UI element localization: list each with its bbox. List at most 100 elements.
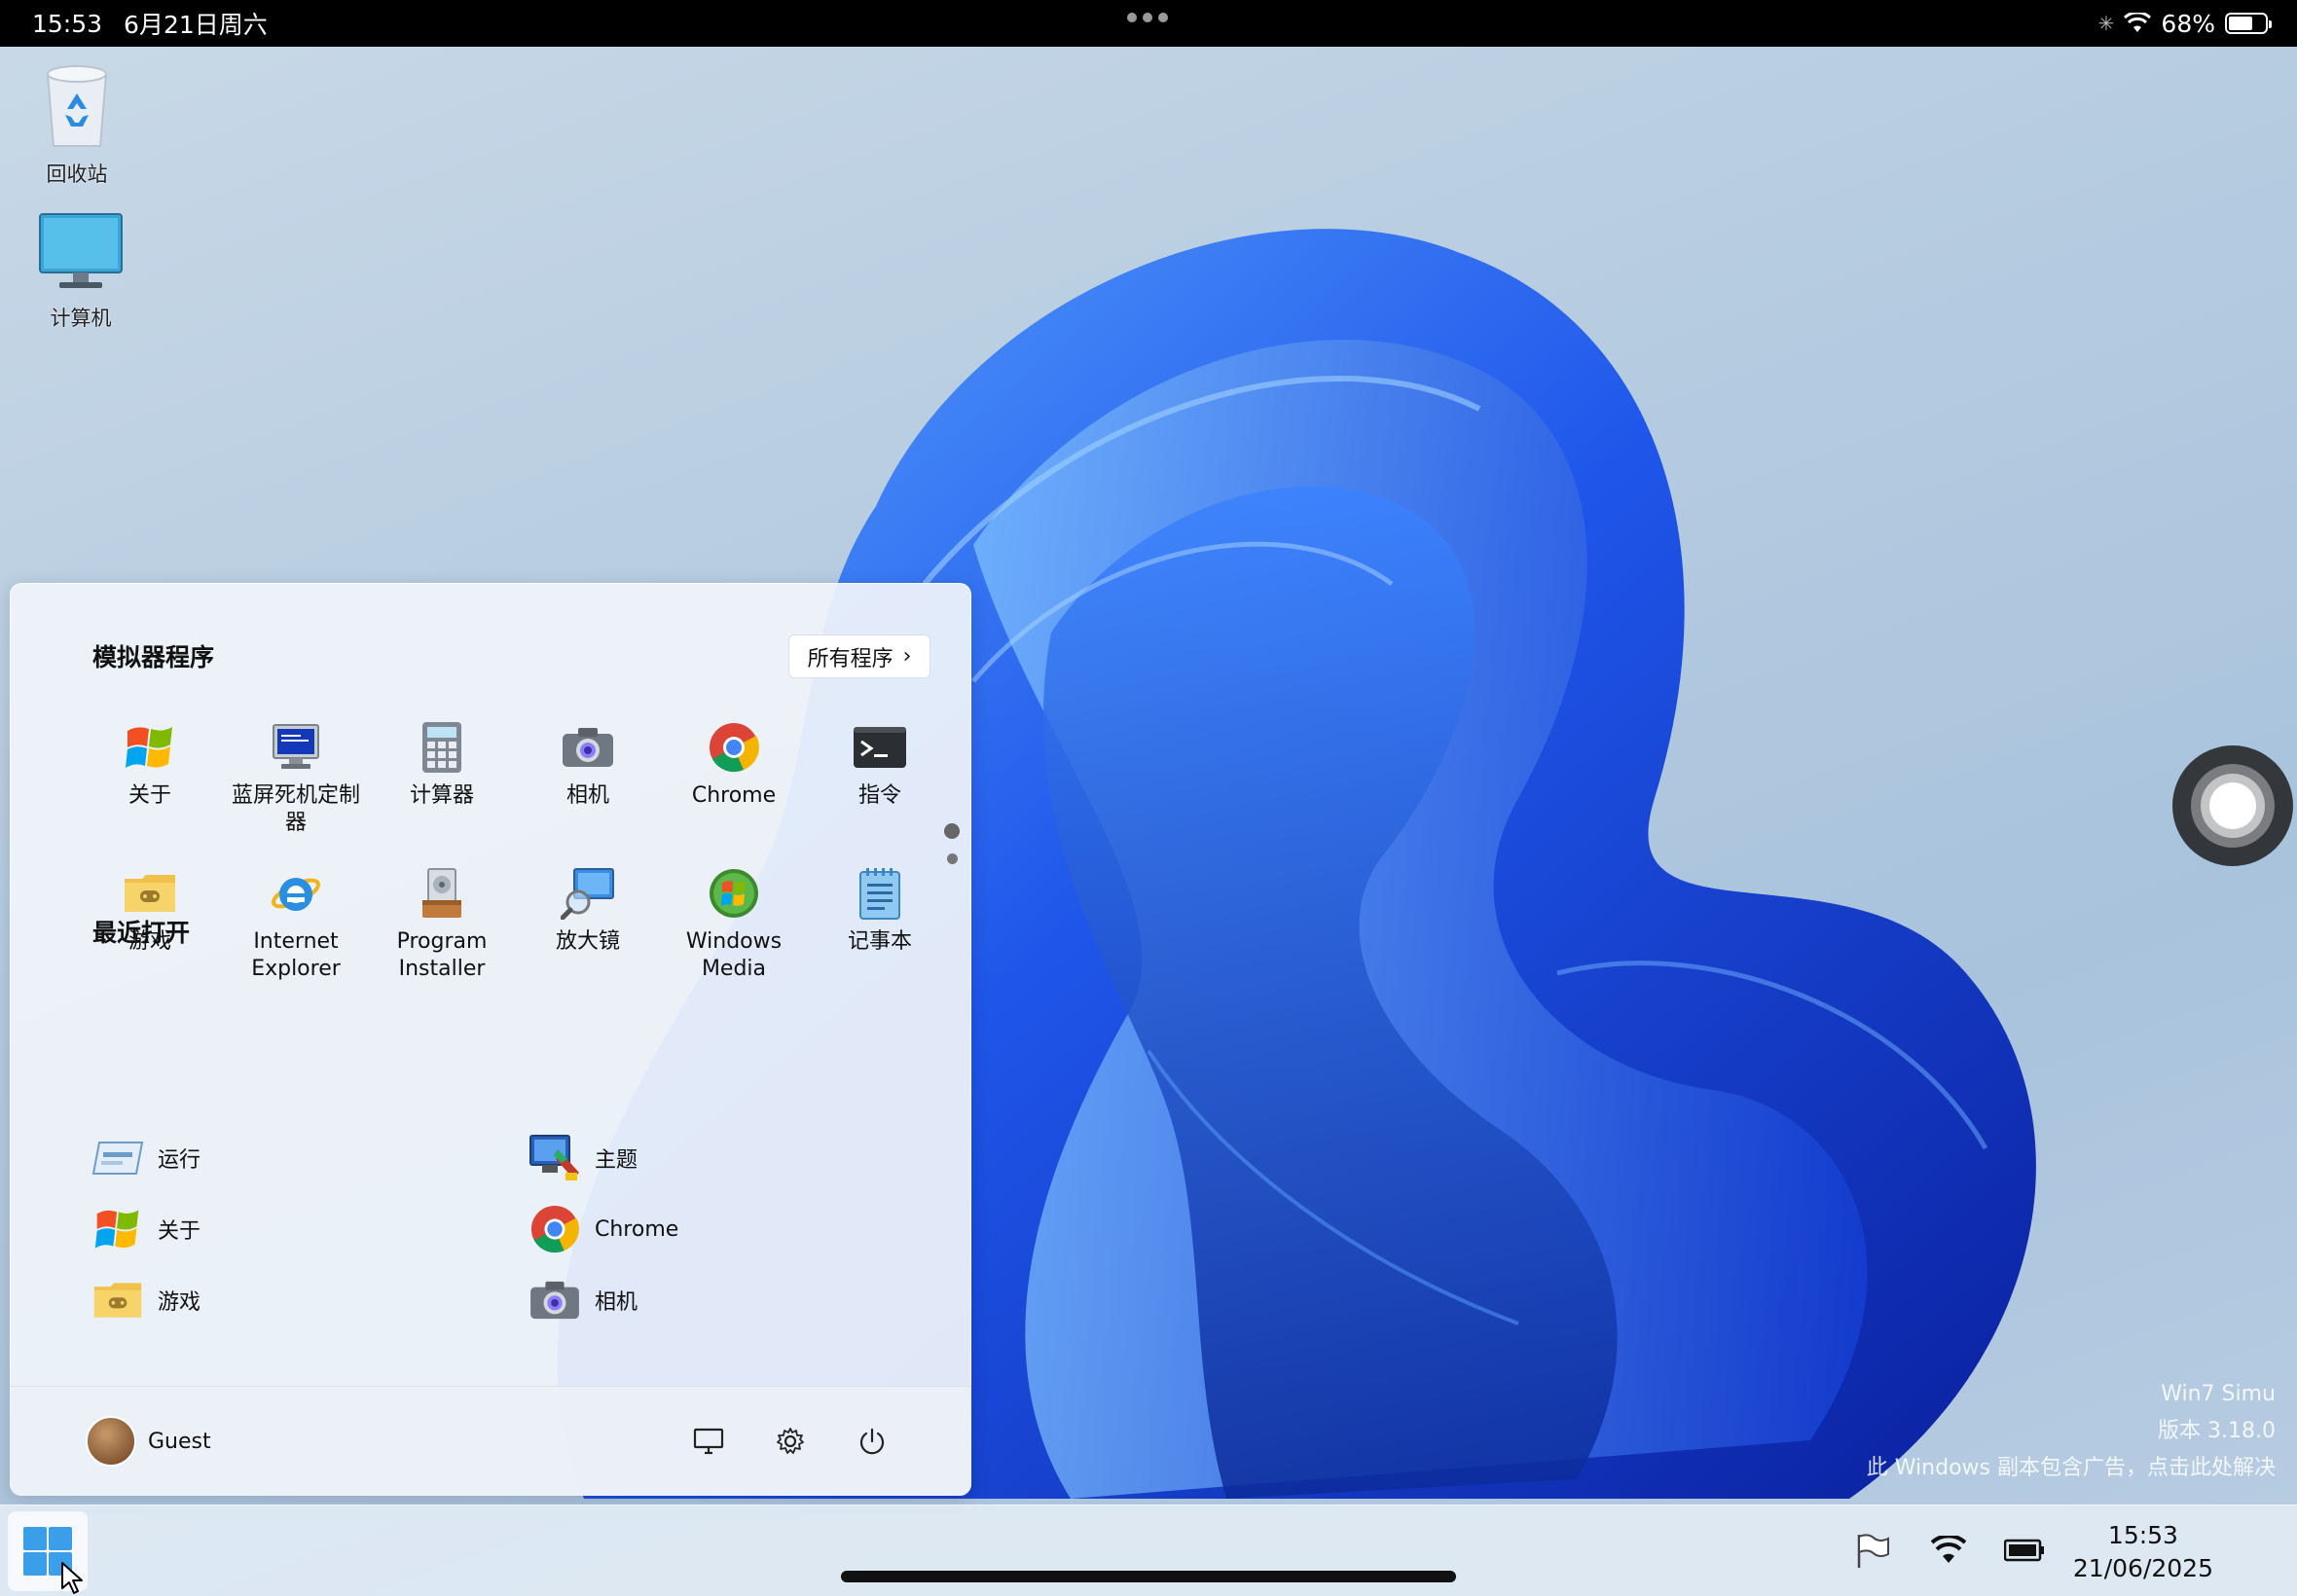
battery-percent: 68% [2161,9,2215,38]
windows-logo-icon [126,727,172,768]
start-menu: 模拟器程序 所有程序 › 关于 蓝屏死机定制器 计算器 相机 Chrome 指令 [10,583,971,1496]
all-programs-button[interactable]: 所有程序 › [788,635,930,678]
start-menu-footer: Guest [10,1386,971,1496]
recent-item-theme[interactable]: 主题 [529,1132,638,1184]
recent-item-label: Chrome [595,1216,679,1242]
pinned-app-label: 计算器 [409,783,474,808]
clock-date: 21/06/2025 [2072,1554,2213,1582]
pinned-app-internet-explorer[interactable]: Internet Explorer [223,866,369,983]
recycle-bin-icon [46,65,108,147]
pinned-app-terminal[interactable]: 指令 [807,720,953,810]
recent-item-label: 关于 [158,1219,201,1244]
gear-icon [777,1428,804,1454]
settings-button[interactable] [771,1422,810,1461]
recent-section-title: 最近打开 [92,919,191,947]
recent-item-chrome[interactable]: Chrome [529,1203,678,1255]
watermark-line: Win7 Simu [2161,1382,2276,1406]
chrome-icon [710,723,759,773]
recent-item-about[interactable]: 关于 [91,1203,201,1255]
pinned-app-label: Chrome [691,783,777,808]
desktop-icon-recycle-bin[interactable]: 回收站 [14,60,140,188]
avatar [86,1416,136,1467]
desktop-icon-computer[interactable]: 计算机 [18,210,144,332]
games-folder-icon [93,1283,142,1318]
pinned-app-label: 蓝屏死机定制器 [231,783,360,835]
user-account[interactable]: Guest [86,1416,211,1467]
power-icon [859,1428,885,1455]
monitor-icon [693,1428,724,1455]
pinned-app-notepad[interactable]: 记事本 [807,866,953,956]
desktop-icon-label: 回收站 [46,163,108,186]
ipad-status-bar: 15:53 6月21日周六 ✳ 68% [0,0,2297,47]
pinned-app-bsod-maker[interactable]: 蓝屏死机定制器 [223,720,369,837]
power-button[interactable] [853,1422,892,1461]
flag-icon [1857,1534,1889,1568]
status-date: 6月21日周六 [124,11,268,39]
network-button[interactable] [1923,1525,1974,1576]
assistive-touch-button[interactable] [2172,745,2293,866]
pinned-app-windows-media[interactable]: Windows Media [661,866,807,983]
show-desktop-button[interactable] [689,1422,728,1461]
run-icon [91,1142,144,1175]
camera-icon [563,728,613,767]
watermark-line: 此 Windows 副本包含广告，点击此处解决 [1866,1456,2276,1480]
activation-watermark[interactable]: Win7 Simu 版本 3.18.0 此 Windows 副本包含广告，点击此… [1867,1376,2276,1487]
page-dot[interactable] [946,853,958,864]
recent-item-run[interactable]: 运行 [91,1132,201,1184]
theme-icon [529,1135,579,1180]
pinned-app-label: 记事本 [847,929,912,954]
activity-spinner-icon: ✳ [2097,12,2115,35]
pinned-app-label: 放大镜 [555,929,620,954]
recent-item-label: 主题 [595,1148,638,1173]
page-indicator[interactable] [944,823,960,864]
wifi-icon [1931,1536,1966,1563]
pinned-app-label: Program Installer [396,929,488,981]
watermark-line: 版本 3.18.0 [2158,1419,2276,1443]
pinned-app-program-installer[interactable]: Program Installer [369,866,515,983]
pinned-app-magnifier[interactable]: 放大镜 [515,866,661,956]
internet-explorer-icon [272,878,320,911]
pinned-app-label: Windows Media [685,929,783,981]
pinned-app-label: 指令 [857,783,901,808]
recent-item-label: 游戏 [158,1290,201,1315]
computer-monitor-icon [39,213,123,288]
wifi-icon [2124,13,2152,32]
pinned-app-camera[interactable]: 相机 [515,720,661,810]
bsod-monitor-icon [273,724,319,769]
installer-icon [422,868,461,918]
action-center-flag-button[interactable] [1847,1525,1898,1576]
recent-item-label: 相机 [595,1290,638,1315]
pinned-app-about[interactable]: 关于 [77,720,223,810]
all-programs-label: 所有程序 [807,646,893,671]
recent-item-games[interactable]: 游戏 [91,1274,201,1326]
clock-time: 15:53 [2107,1521,2178,1549]
multitasking-dots-icon[interactable] [1127,13,1168,22]
user-name: Guest [148,1429,211,1454]
camera-icon [530,1281,579,1320]
pinned-app-label: Internet Explorer [251,929,341,981]
battery-icon [2225,13,2272,34]
pinned-section-title: 模拟器程序 [92,643,215,671]
battery-button[interactable] [1999,1525,2050,1576]
magnifier-icon [561,868,614,920]
desktop-icon-label: 计算机 [50,307,112,330]
pinned-app-chrome[interactable]: Chrome [661,720,807,810]
terminal-icon [854,727,906,768]
page-dot-active[interactable] [944,823,960,839]
battery-icon [2004,1539,2044,1562]
chevron-right-icon: › [902,644,912,669]
recent-item-camera[interactable]: 相机 [529,1274,638,1326]
calculator-icon [422,722,461,773]
home-indicator[interactable] [841,1571,1456,1582]
pinned-app-label: 关于 [128,783,171,808]
notepad-icon [859,868,900,920]
recent-item-label: 运行 [158,1148,201,1173]
pinned-app-calculator[interactable]: 计算器 [369,720,515,810]
mouse-cursor-icon [61,1562,83,1594]
windows-logo-icon [94,1210,139,1249]
taskbar-clock[interactable]: 15:53 21/06/2025 [2073,1519,2213,1585]
chrome-icon [530,1205,579,1253]
pinned-app-label: 相机 [565,783,609,808]
windows-media-icon [710,869,758,918]
games-folder-icon [125,875,175,912]
